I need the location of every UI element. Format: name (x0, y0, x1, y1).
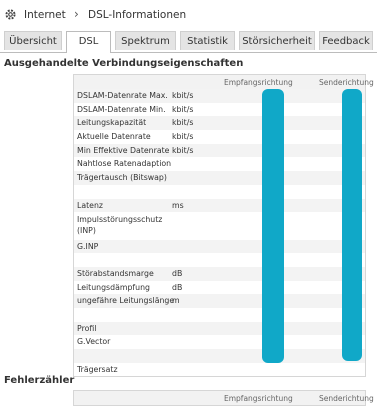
table-row: Aktuelle Datenrate kbit/s (74, 130, 365, 144)
chevron-right-icon: › (74, 7, 79, 21)
column-header-send: Senderichtung (319, 78, 374, 87)
table-row: Leitungsdämpfung dB (74, 281, 365, 295)
redaction-mark-send (342, 89, 362, 361)
column-header-receive: Empfangsrichtung (224, 394, 293, 403)
row-label: Trägertausch (Bitswap) (77, 173, 167, 183)
table-row: Leitungskapazität kbit/s (74, 116, 365, 131)
tab-stoersicherheit[interactable]: Störsicherheit (239, 31, 315, 50)
table-row (74, 253, 365, 267)
column-header-receive: Empfangsrichtung (224, 78, 293, 87)
row-unit: kbit/s (172, 145, 194, 155)
row-label: Trägersatz (77, 364, 118, 374)
row-label: Latenz (77, 200, 104, 210)
section-title-errors: Fehlerzähler (4, 375, 75, 386)
section-title-connection: Ausgehandelte Verbindungseigenschaften (4, 58, 244, 69)
table-row: Trägertausch (Bitswap) (74, 171, 365, 185)
connection-properties-table: Empfangsrichtung Senderichtung DSLAM-Dat… (73, 74, 374, 378)
breadcrumb-current: DSL-Informationen (88, 9, 187, 21)
row-label: G.INP (77, 241, 99, 251)
row-unit: ms (172, 200, 184, 210)
row-unit: m (172, 296, 180, 306)
row-unit: dB (172, 282, 183, 292)
table-row: Impulsstörungsschutz (INP) (74, 212, 365, 239)
table-row (74, 349, 365, 363)
table-row: Min Effektive Datenrate kbit/s (74, 143, 365, 158)
tab-uebersicht[interactable]: Übersicht (4, 31, 62, 50)
redaction-mark-receive (262, 89, 284, 363)
row-unit: kbit/s (172, 91, 194, 100)
column-header-send: Senderichtung (319, 394, 374, 403)
row-label: Impulsstörungsschutz (INP) (77, 215, 163, 236)
breadcrumb: Internet › DSL-Informationen (0, 0, 377, 30)
row-unit: kbit/s (172, 118, 194, 128)
tab-spektrum[interactable]: Spektrum (115, 31, 176, 50)
row-unit: kbit/s (172, 104, 194, 114)
table-row: Trägersatz (74, 363, 365, 377)
row-unit: dB (172, 268, 183, 278)
row-label: G.Vector (77, 337, 111, 347)
row-label: ungefähre Leitungslänge (77, 296, 175, 306)
table-row: ungefähre Leitungslänge m (74, 294, 365, 309)
row-label: Leitungsdämpfung (77, 282, 150, 292)
row-label: DSLAM-Datenrate Max. (77, 91, 168, 100)
row-label: Profil (77, 323, 97, 333)
tab-dsl[interactable]: DSL (66, 31, 111, 53)
table-row: Nahtlose Ratenadaption (74, 157, 365, 171)
table-row: Störabstandsmarge dB (74, 266, 365, 281)
row-label: Störabstandsmarge (77, 268, 154, 278)
row-label: Aktuelle Datenrate (77, 132, 151, 142)
row-label: Min Effektive Datenrate (77, 145, 170, 155)
error-counter-table: Empfangsrichtung Senderichtung (73, 390, 374, 406)
table-row: Latenz ms (74, 198, 365, 213)
tab-statistik[interactable]: Statistik (180, 31, 235, 50)
gear-icon (5, 9, 16, 20)
row-unit: kbit/s (172, 132, 194, 142)
table-header: Empfangsrichtung Senderichtung (74, 391, 374, 405)
table-row: Profil (74, 321, 365, 336)
table-row (74, 308, 365, 322)
tab-bar: Übersicht DSL Spektrum Statistik Störsic… (0, 31, 377, 53)
table-header: Empfangsrichtung Senderichtung (74, 75, 374, 89)
table-row: DSLAM-Datenrate Min. kbit/s (74, 103, 365, 117)
table-row: DSLAM-Datenrate Max. kbit/s (74, 89, 365, 103)
table-row: G.INP (74, 239, 365, 254)
table-row (74, 185, 365, 199)
row-label: Leitungskapazität (77, 118, 147, 128)
tab-feedback[interactable]: Feedback (319, 31, 373, 50)
row-label: Nahtlose Ratenadaption (77, 159, 172, 169)
table-row: G.Vector (74, 335, 365, 349)
breadcrumb-internet-link[interactable]: Internet (24, 9, 66, 21)
row-label: DSLAM-Datenrate Min. (77, 104, 166, 114)
